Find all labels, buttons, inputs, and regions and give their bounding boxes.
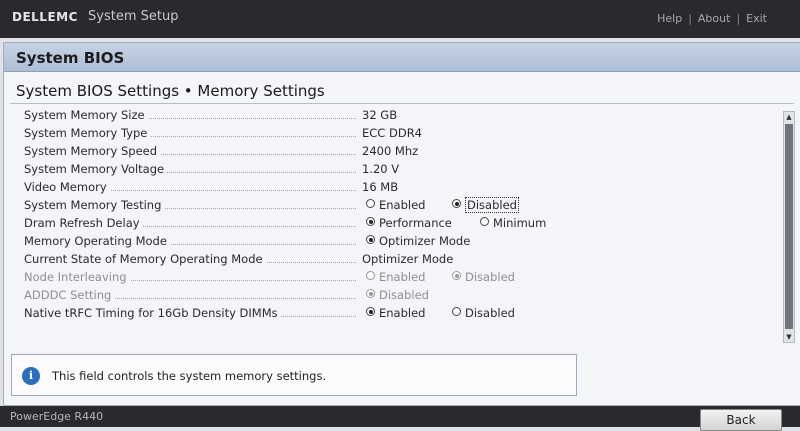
settings-list: System Memory Size 32 GB System Memory T… <box>20 106 780 322</box>
server-model: PowerEdge R440 <box>10 410 104 423</box>
radio-disabled[interactable]: Disabled <box>452 197 519 213</box>
about-link[interactable]: About <box>695 12 734 25</box>
radio-enabled: Enabled <box>366 270 425 284</box>
app-title: System Setup <box>88 9 179 24</box>
top-header-bar: DELLEMC System Setup Help | About | Exit <box>0 0 800 38</box>
dell-emc-logo: DELLEMC <box>12 10 78 24</box>
info-icon: i <box>22 367 40 385</box>
setting-row-dram-refresh-delay: Dram Refresh Delay Performance Minimum <box>20 214 780 232</box>
setting-row-memory-operating-mode: Memory Operating Mode Optimizer Mode <box>20 232 780 250</box>
setting-label: Dram Refresh Delay <box>24 216 143 230</box>
radio-selected-icon <box>452 199 461 208</box>
setting-label: System Memory Testing <box>24 198 165 212</box>
radio-enabled[interactable]: Enabled <box>366 306 425 320</box>
vertical-scrollbar[interactable]: ▲ ▼ <box>783 111 795 343</box>
setting-label: System Memory Size <box>24 108 148 122</box>
radio-off-icon <box>480 217 489 226</box>
section-divider <box>10 103 794 104</box>
radio-off-icon <box>366 199 375 208</box>
setting-row-system-memory-speed: System Memory Speed 2400 Mhz <box>20 142 780 160</box>
radio-selected-icon <box>366 235 375 244</box>
setting-row-system-memory-type: System Memory Type ECC DDR4 <box>20 124 780 142</box>
setting-row-adddc-setting: ADDDC Setting Disabled <box>20 286 780 304</box>
setting-value: Optimizer Mode <box>362 252 454 266</box>
scroll-down-arrow-icon[interactable]: ▼ <box>784 332 794 342</box>
scroll-up-arrow-icon[interactable]: ▲ <box>784 112 794 122</box>
setting-row-current-state-operating-mode: Current State of Memory Operating Mode O… <box>20 250 780 268</box>
setting-row-native-trfc-timing: Native tRFC Timing for 16Gb Density DIMM… <box>20 304 780 322</box>
setting-row-node-interleaving: Node Interleaving Enabled Disabled <box>20 268 780 286</box>
radio-selected-icon <box>366 289 375 298</box>
setting-row-system-memory-size: System Memory Size 32 GB <box>20 106 780 124</box>
radio-performance[interactable]: Performance <box>366 216 452 230</box>
radio-disabled: Disabled <box>366 288 429 302</box>
help-message-box: i This field controls the system memory … <box>11 354 577 396</box>
setting-value: 1.20 V <box>362 162 400 176</box>
radio-minimum[interactable]: Minimum <box>480 216 546 230</box>
exit-link[interactable]: Exit <box>743 12 770 25</box>
setting-label: ADDDC Setting <box>24 288 115 302</box>
setting-label: Native tRFC Timing for 16Gb Density DIMM… <box>24 306 281 320</box>
radio-selected-icon <box>366 307 375 316</box>
settings-panel: System BIOS System BIOS Settings • Memor… <box>3 42 800 406</box>
setting-label: Current State of Memory Operating Mode <box>24 252 266 266</box>
setting-label: Memory Operating Mode <box>24 234 170 248</box>
radio-off-icon <box>452 307 461 316</box>
radio-enabled[interactable]: Enabled <box>366 198 425 212</box>
link-separator: | <box>736 12 741 25</box>
panel-title: System BIOS <box>16 49 125 67</box>
radio-selected-icon <box>366 217 375 226</box>
panel-title-bar: System BIOS <box>4 43 800 72</box>
setting-label: Node Interleaving <box>24 270 130 284</box>
help-link[interactable]: Help <box>654 12 685 25</box>
setting-value: ECC DDR4 <box>362 126 422 140</box>
radio-optimizer-mode[interactable]: Optimizer Mode <box>366 234 470 248</box>
bottom-bar: PowerEdge R440 Back <box>0 406 800 431</box>
setting-row-system-memory-testing: System Memory Testing Enabled Disabled <box>20 196 780 214</box>
radio-selected-icon <box>452 271 461 280</box>
setting-label: System Memory Voltage <box>24 162 168 176</box>
back-button[interactable]: Back <box>700 409 782 431</box>
setting-value: 32 GB <box>362 108 398 122</box>
radio-disabled[interactable]: Disabled <box>452 306 515 320</box>
setting-value: 16 MB <box>362 180 399 194</box>
setting-row-video-memory: Video Memory 16 MB <box>20 178 780 196</box>
radio-off-icon <box>366 271 375 280</box>
link-separator: | <box>688 12 692 25</box>
setting-value: 2400 Mhz <box>362 144 419 158</box>
setting-label: System Memory Type <box>24 126 151 140</box>
section-title: System BIOS Settings • Memory Settings <box>16 82 325 100</box>
radio-disabled: Disabled <box>452 270 515 284</box>
setting-row-system-memory-voltage: System Memory Voltage 1.20 V <box>20 160 780 178</box>
setting-label: Video Memory <box>24 180 110 194</box>
header-links: Help | About | Exit <box>654 12 770 25</box>
scroll-thumb[interactable] <box>785 124 793 329</box>
help-text: This field controls the system memory se… <box>52 369 327 383</box>
setting-label: System Memory Speed <box>24 144 161 158</box>
